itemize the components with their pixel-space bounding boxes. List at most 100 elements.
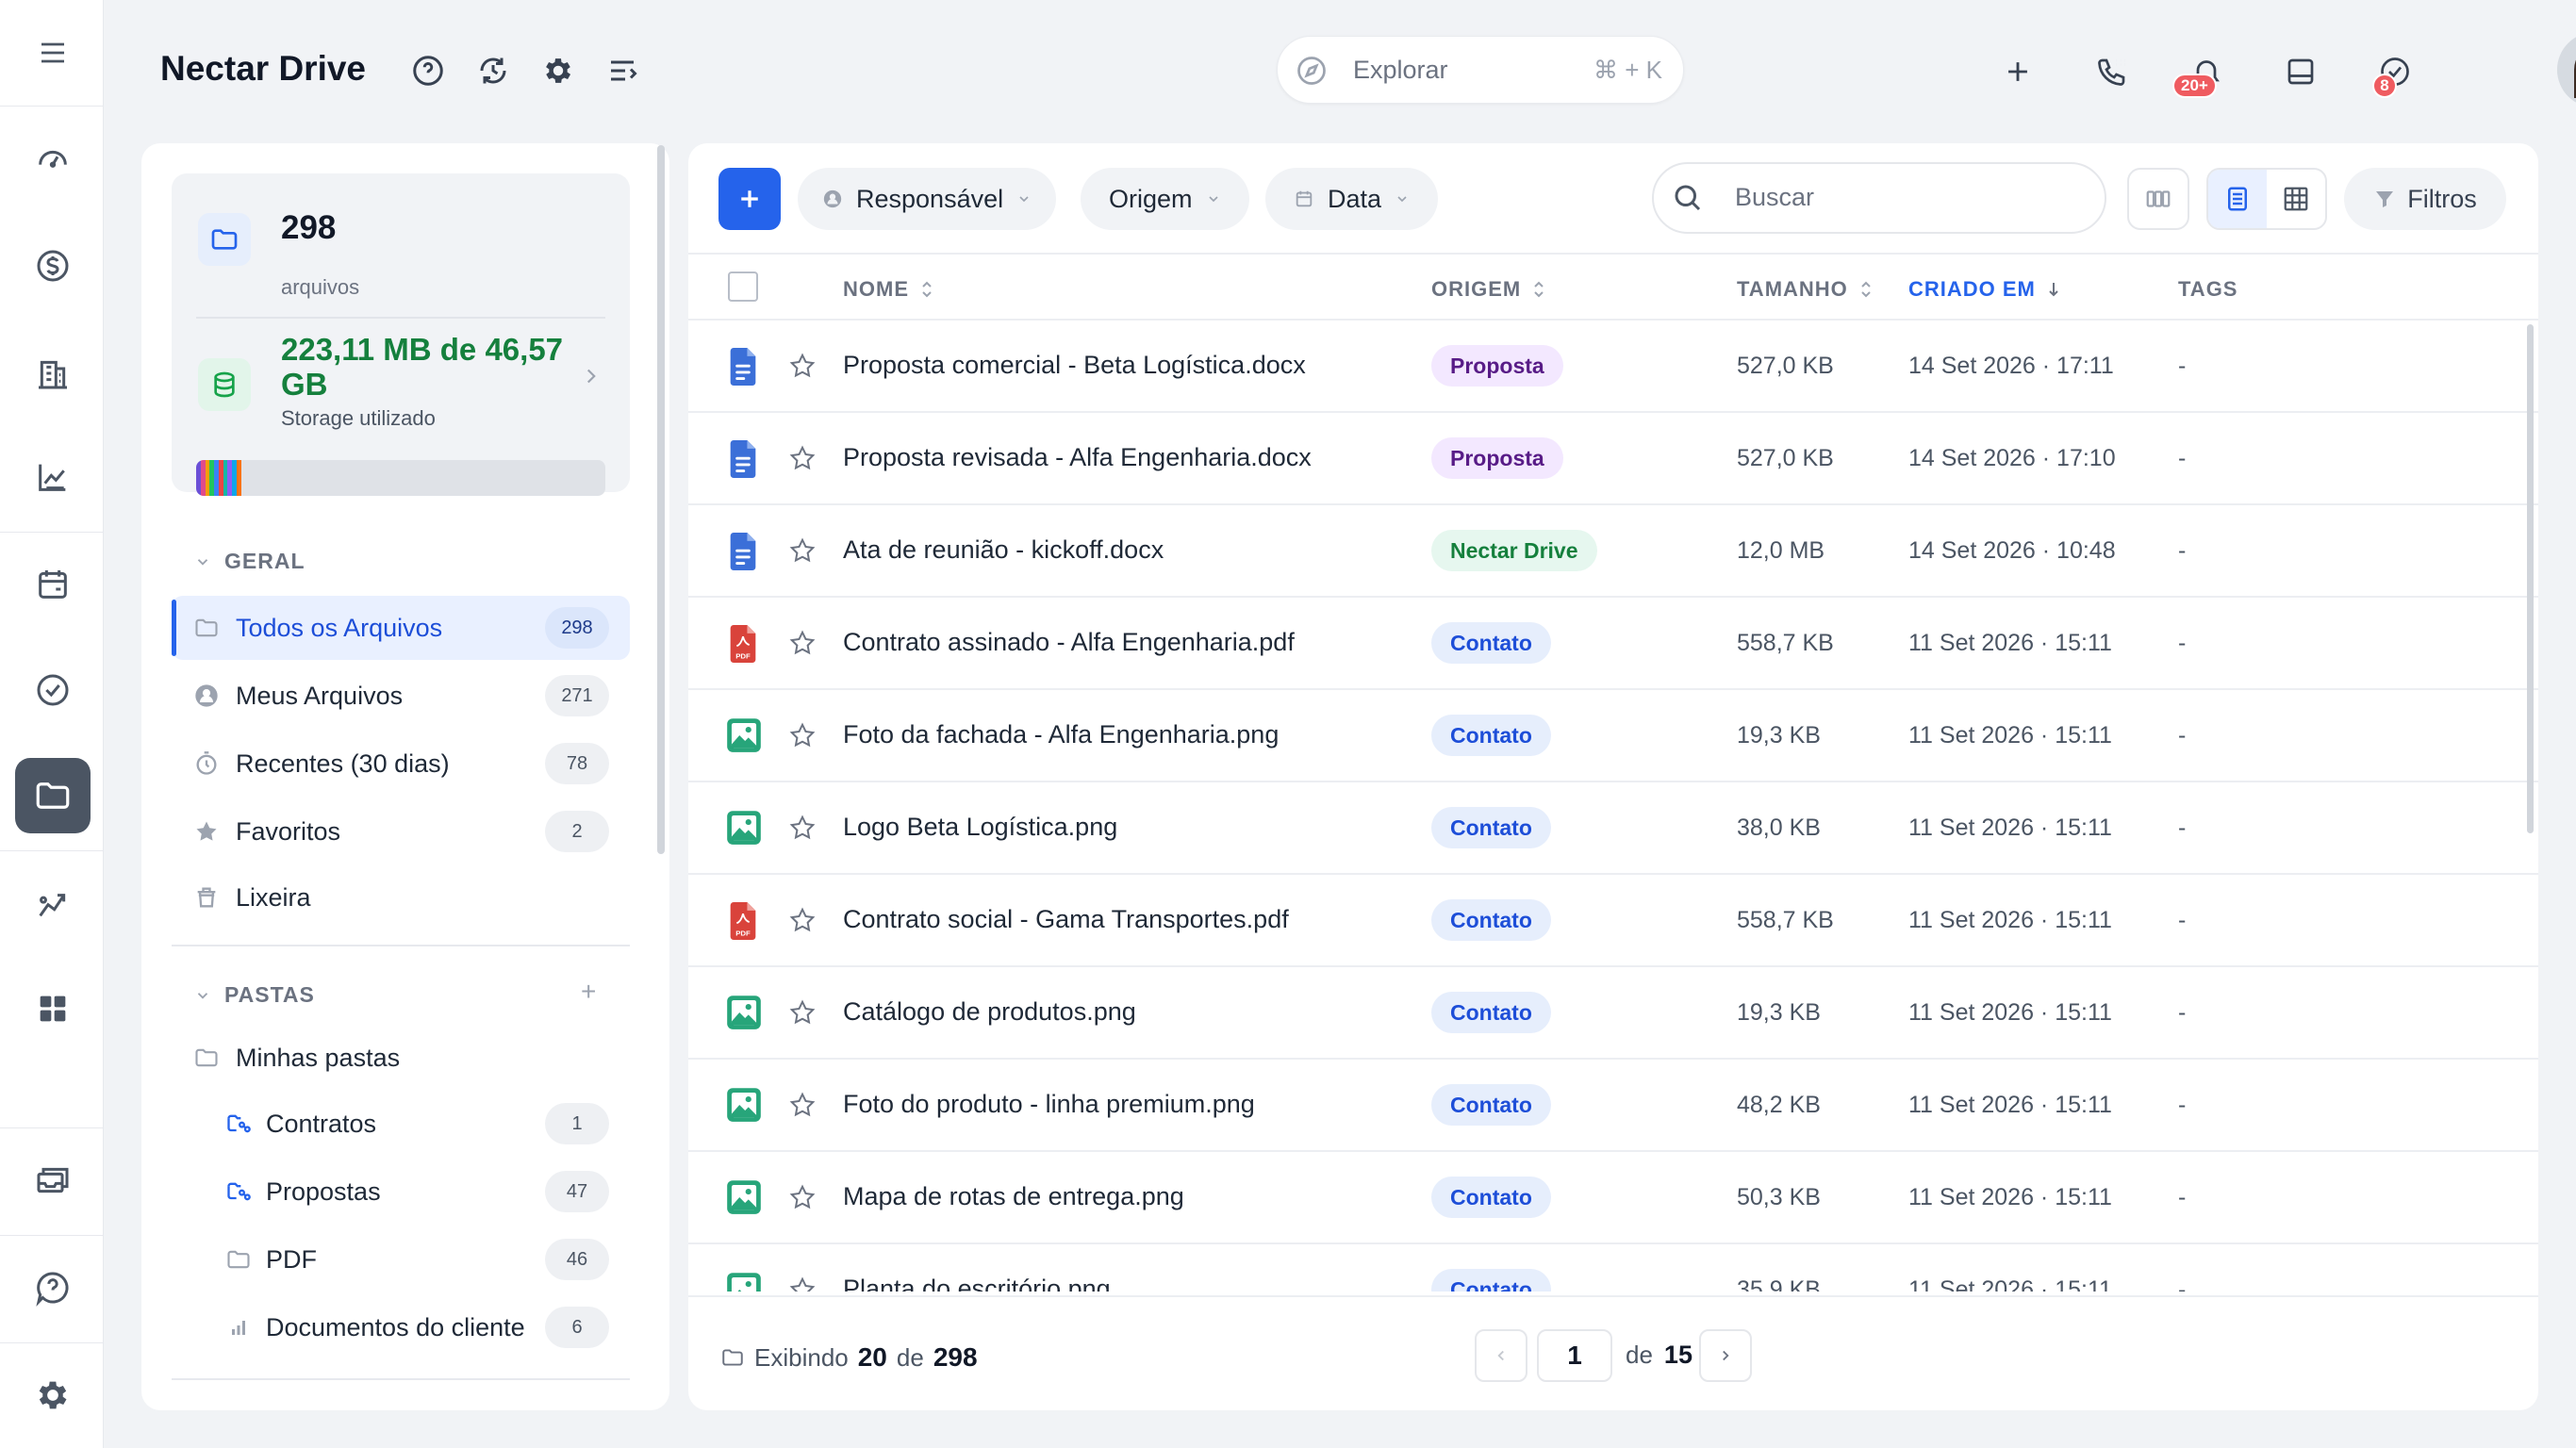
plus-icon[interactable] — [1997, 51, 2039, 92]
list-view-button[interactable] — [2208, 170, 2267, 228]
table-row[interactable]: Mapa de rotas de entrega.png Contato 50,3 … — [688, 1152, 2538, 1244]
folder-icon[interactable] — [15, 758, 91, 833]
nav-recentes[interactable]: Recentes (30 dias) 78 — [172, 732, 630, 796]
chart-icon[interactable] — [15, 439, 91, 515]
table-footer: Exibindo 20 de 298 1 de 15 — [688, 1295, 2538, 1410]
gear-icon[interactable] — [15, 1358, 91, 1433]
star-icon[interactable] — [788, 721, 817, 749]
prev-page-button[interactable] — [1475, 1329, 1527, 1382]
table-row[interactable]: Ata de reunião - kickoff.docx Nectar Driv… — [688, 505, 2538, 598]
star-icon[interactable] — [788, 1275, 817, 1292]
page-input[interactable]: 1 — [1537, 1329, 1612, 1382]
file-name[interactable]: Proposta comercial - Beta Logística.docx — [843, 351, 1306, 380]
file-name[interactable]: Ata de reunião - kickoff.docx — [843, 535, 1164, 565]
star-icon[interactable] — [788, 1091, 817, 1119]
created-date: 11 Set 2026 · 15:11 — [1908, 999, 2112, 1026]
file-name[interactable]: Contrato assinado - Alfa Engenharia.pdf — [843, 628, 1295, 657]
origin-badge: Proposta — [1431, 345, 1563, 387]
table-row[interactable]: Foto do produto - linha premium.png Conta… — [688, 1060, 2538, 1152]
docx-file-icon — [726, 440, 760, 478]
money-icon[interactable] — [15, 228, 91, 304]
col-criado-em[interactable]: CRIADO EM — [1908, 277, 2060, 302]
file-tags: - — [2178, 537, 2187, 564]
avatar[interactable] — [2557, 32, 2576, 107]
star-icon[interactable] — [788, 814, 817, 842]
table-row[interactable]: Planta do escritório.png Contato 35,9 KB 11… — [688, 1244, 2538, 1292]
filter-responsavel[interactable]: Responsável — [798, 168, 1057, 230]
file-name[interactable]: Logo Beta Logística.png — [843, 813, 1117, 842]
sidebar-scrollbar[interactable] — [657, 145, 665, 854]
list-filter-icon[interactable] — [603, 52, 641, 90]
next-page-button[interactable] — [1699, 1329, 1752, 1382]
file-name[interactable]: Foto da fachada - Alfa Engenharia.png — [843, 720, 1279, 749]
filter-data[interactable]: Data — [1265, 168, 1439, 230]
nav-favoritos[interactable]: Favoritos 2 — [172, 799, 630, 864]
star-icon[interactable] — [788, 906, 817, 934]
table-row[interactable]: Logo Beta Logística.png Contato 38,0 KB 11 … — [688, 782, 2538, 875]
check-circle-icon[interactable] — [15, 652, 91, 728]
star-icon[interactable] — [788, 444, 817, 472]
menu-icon[interactable] — [15, 15, 91, 90]
help-icon[interactable] — [15, 1250, 91, 1325]
origin-badge: Proposta — [1431, 437, 1563, 479]
add-file-button[interactable] — [718, 168, 781, 230]
chevron-right-icon[interactable] — [579, 364, 603, 388]
building-icon[interactable] — [15, 336, 91, 411]
nav-count: 2 — [545, 811, 609, 852]
settings-icon[interactable] — [539, 52, 577, 90]
calendar-icon[interactable] — [15, 547, 91, 622]
widgets-icon[interactable] — [15, 971, 91, 1046]
inbox-icon[interactable] — [2280, 51, 2321, 92]
folder-pdf[interactable]: PDF 46 — [172, 1227, 630, 1292]
folder-contratos[interactable]: Contratos 1 — [172, 1092, 630, 1156]
col-origem[interactable]: ORIGEM — [1431, 277, 1545, 302]
col-nome[interactable]: NOME — [843, 277, 933, 302]
inbox-stack-icon[interactable] — [15, 1143, 91, 1218]
table-row[interactable]: PDF Contrato social - Gama Transportes.pd… — [688, 875, 2538, 967]
table-row[interactable]: Proposta revisada - Alfa Engenharia.docx… — [688, 413, 2538, 505]
pastas-heading[interactable]: PASTAS — [194, 982, 315, 1008]
file-name[interactable]: Catálogo de produtos.png — [843, 997, 1136, 1027]
table-scrollbar[interactable] — [2527, 324, 2534, 833]
select-all-checkbox[interactable] — [728, 272, 758, 302]
columns-icon — [2146, 190, 2171, 207]
search-input[interactable]: Buscar — [1652, 162, 2106, 234]
star-icon[interactable] — [788, 629, 817, 657]
folder-documentos-cliente[interactable]: Documentos do cliente 6 — [172, 1295, 630, 1359]
filter-origem[interactable]: Origem — [1081, 168, 1249, 230]
file-name[interactable]: Planta do escritório.png — [843, 1275, 1111, 1292]
trend-icon[interactable] — [15, 865, 91, 941]
origin-badge: Contato — [1431, 1269, 1551, 1292]
star-icon[interactable] — [788, 352, 817, 380]
nav-minhas-pastas[interactable]: Minhas pastas — [172, 1026, 630, 1090]
dashboard-icon[interactable] — [15, 121, 91, 196]
explore-search[interactable]: Explorar ⌘ + K — [1277, 36, 1684, 104]
folder-propostas[interactable]: Propostas 47 — [172, 1160, 630, 1224]
columns-button[interactable] — [2127, 168, 2189, 230]
storage-card[interactable]: 298 arquivos 223,11 MB de 46,57 GB Stora… — [172, 173, 630, 496]
nav-meus-arquivos[interactable]: Meus Arquivos 271 — [172, 664, 630, 728]
filters-button[interactable]: Filtros — [2344, 168, 2506, 230]
col-tamanho[interactable]: TAMANHO — [1737, 277, 1873, 302]
file-name[interactable]: Contrato social - Gama Transportes.pdf — [843, 905, 1289, 934]
grid-view-button[interactable] — [2267, 170, 2325, 228]
sync-icon[interactable] — [474, 52, 512, 90]
nav-label: PDF — [266, 1244, 317, 1274]
file-name[interactable]: Foto do produto - linha premium.png — [843, 1090, 1255, 1119]
star-icon[interactable] — [788, 1183, 817, 1211]
geral-heading[interactable]: GERAL — [194, 549, 305, 574]
table-row[interactable]: Proposta comercial - Beta Logística.docx… — [688, 321, 2538, 413]
nav-todos-arquivos[interactable]: Todos os Arquivos 298 — [172, 596, 630, 660]
star-icon[interactable] — [788, 998, 817, 1027]
star-icon[interactable] — [788, 536, 817, 565]
file-name[interactable]: Proposta revisada - Alfa Engenharia.docx — [843, 443, 1312, 472]
table-row[interactable]: Catálogo de produtos.png Contato 19,3 KB 11… — [688, 967, 2538, 1060]
phone-icon[interactable] — [2091, 51, 2133, 92]
table-row[interactable]: Foto da fachada - Alfa Engenharia.png Con… — [688, 690, 2538, 782]
help-circle-icon[interactable] — [409, 52, 447, 90]
file-name[interactable]: Mapa de rotas de entrega.png — [843, 1182, 1184, 1211]
add-folder-button[interactable]: + — [581, 977, 596, 1007]
file-size: 38,0 KB — [1737, 814, 1821, 841]
nav-lixeira[interactable]: Lixeira — [172, 865, 630, 930]
table-row[interactable]: PDF Contrato assinado - Alfa Engenharia.p… — [688, 598, 2538, 690]
